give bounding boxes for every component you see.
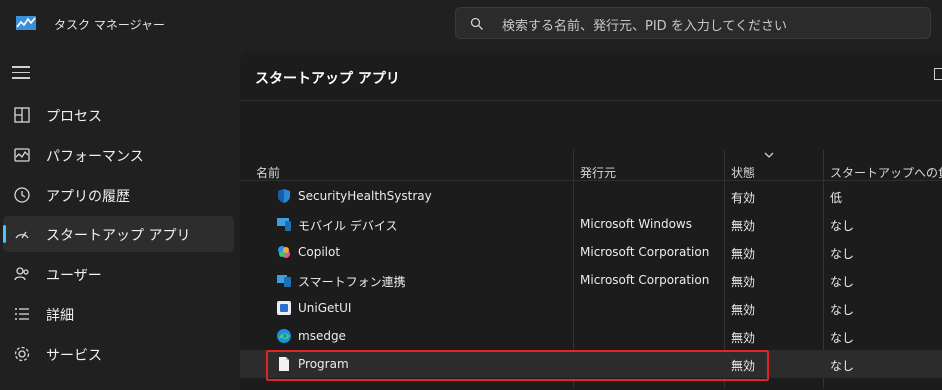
performance-icon: [14, 148, 30, 162]
annotation-highlight-box: [266, 350, 769, 381]
sidebar-item-startup-apps[interactable]: スタートアップ アプリ: [3, 216, 234, 252]
table-row[interactable]: スマートフォン連携 Microsoft Corporation 無効 なし: [240, 266, 942, 294]
phone-link-icon: [277, 275, 291, 287]
sidebar-item-label: ユーザー: [46, 268, 102, 284]
app-title: タスク マネージャー: [54, 18, 165, 32]
processes-icon: [14, 107, 30, 123]
windows-security-icon: [278, 189, 290, 203]
edge-icon: [277, 329, 291, 343]
table-row[interactable]: SecurityHealthSystray 有効 低: [240, 182, 942, 210]
table-row[interactable]: Copilot Microsoft Corporation 無効 なし: [240, 238, 942, 266]
sidebar-item-services[interactable]: サービス: [3, 336, 234, 372]
search-input[interactable]: 検索する名前、発行元、PID を入力してください: [455, 7, 931, 39]
sidebar-item-details[interactable]: 詳細: [3, 296, 234, 332]
app-history-icon: [14, 187, 30, 203]
sidebar-item-label: スタートアップ アプリ: [46, 228, 191, 244]
mobile-devices-icon: [277, 218, 291, 231]
sidebar-item-label: アプリの履歴: [46, 189, 130, 205]
sidebar-item-users[interactable]: ユーザー: [3, 256, 234, 292]
view-toggle-icon[interactable]: [934, 68, 942, 80]
unigetui-icon: [277, 301, 291, 315]
search-icon: [470, 17, 483, 30]
table-row[interactable]: msedge 無効 なし: [240, 322, 942, 350]
sidebar-item-processes[interactable]: プロセス: [3, 97, 234, 133]
sidebar-item-label: プロセス: [46, 109, 102, 125]
sidebar-item-label: パフォーマンス: [46, 149, 144, 165]
startup-apps-icon: [15, 231, 29, 239]
page-title: スタートアップ アプリ: [255, 71, 400, 87]
copilot-icon: [278, 246, 290, 258]
active-indicator: [3, 225, 6, 243]
table-row[interactable]: UniGetUI 無効 なし: [240, 294, 942, 322]
search-placeholder: 検索する名前、発行元、PID を入力してください: [502, 19, 788, 34]
sidebar-item-performance[interactable]: パフォーマンス: [3, 137, 234, 173]
header-divider: [240, 180, 942, 181]
sidebar-item-label: サービス: [46, 348, 102, 364]
main-panel: スタートアップ アプリ 名前 発行元 状態 スタートアップへの負荷 Securi…: [240, 52, 942, 390]
divider: [240, 100, 942, 101]
sidebar-item-label: 詳細: [46, 308, 74, 324]
sidebar-item-app-history[interactable]: アプリの履歴: [3, 177, 234, 213]
services-icon: [14, 346, 30, 362]
task-manager-app-icon: [16, 16, 36, 30]
details-icon: [15, 308, 29, 320]
table-row[interactable]: モバイル デバイス Microsoft Windows 無効 なし: [240, 210, 942, 238]
users-icon: [14, 267, 29, 281]
hamburger-menu-icon[interactable]: [12, 66, 30, 80]
title-bar: タスク マネージャー 検索する名前、発行元、PID を入力してください: [0, 0, 942, 48]
